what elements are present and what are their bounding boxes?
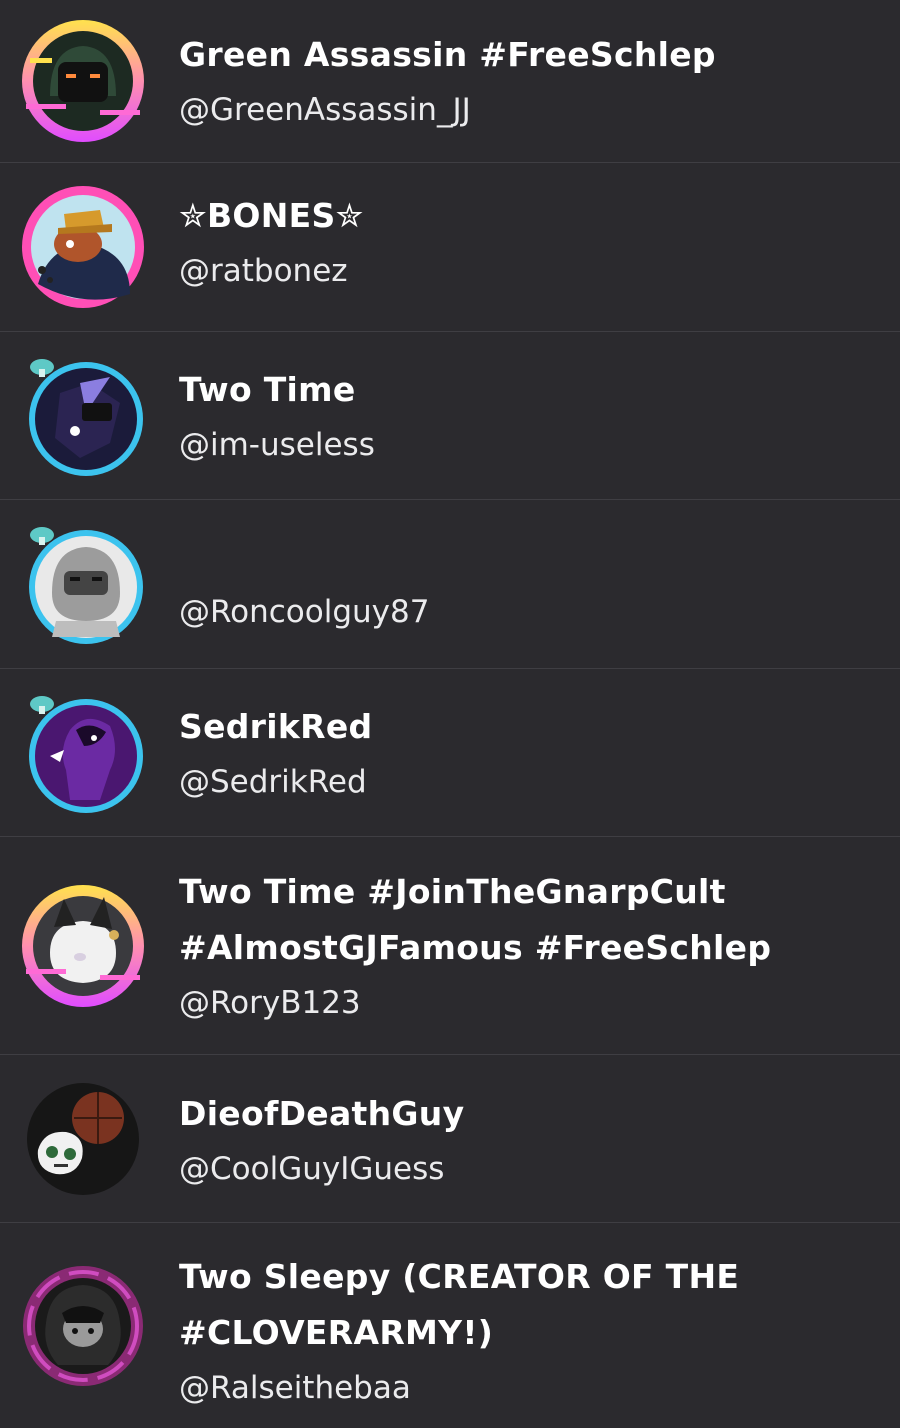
user-text: Two Time #JoinTheGnarpCult #AlmostGJFamo… (179, 864, 880, 1031)
user-text: @Roncoolguy87 (179, 529, 880, 640)
username-handle: @ratbonez (179, 253, 348, 289)
grey-hood-character-icon (29, 527, 143, 644)
username-handle: @Roncoolguy87 (179, 594, 430, 630)
avatar[interactable] (20, 18, 146, 144)
display-name: Two Time #JoinTheGnarpCult #AlmostGJFamo… (179, 872, 772, 967)
display-name: SedrikRed (179, 707, 373, 746)
avatar[interactable] (20, 353, 146, 479)
display-name (179, 529, 880, 585)
user-row[interactable]: SedrikRed @SedrikRed (0, 669, 900, 837)
username-handle: @SedrikRed (179, 764, 367, 800)
white-creature-icon (22, 884, 144, 1007)
username-handle: @GreenAssassin_JJ (179, 92, 471, 128)
avatar[interactable] (20, 521, 146, 647)
user-text: ✮BONES✮ @ratbonez (179, 188, 880, 299)
user-text: Two Time @im-useless (179, 362, 880, 473)
display-name: ✮BONES✮ (179, 196, 364, 235)
user-row[interactable]: Two Time @im-useless (0, 332, 900, 500)
display-name: DieofDeathGuy (179, 1094, 465, 1133)
display-name: Two Sleepy (CREATOR OF THE #CLOVERARMY!) (179, 1257, 740, 1352)
user-row[interactable]: Two Sleepy (CREATOR OF THE #CLOVERARMY!)… (0, 1223, 900, 1428)
display-name: Two Time (179, 370, 356, 409)
user-text: SedrikRed @SedrikRed (179, 699, 880, 810)
user-text: Green Assassin #FreeSchlep @GreenAssassi… (179, 27, 880, 138)
avatar[interactable] (20, 1263, 146, 1389)
rat-character-icon (22, 186, 144, 308)
avatar[interactable] (20, 690, 146, 816)
username-handle: @CoolGuyIGuess (179, 1151, 445, 1187)
avatar[interactable] (20, 1076, 146, 1202)
user-text: Two Sleepy (CREATOR OF THE #CLOVERARMY!)… (179, 1249, 880, 1416)
display-name: Green Assassin #FreeSchlep (179, 35, 716, 74)
user-row[interactable]: ✮BONES✮ @ratbonez (0, 163, 900, 332)
skull-basketball-icon (27, 1082, 139, 1195)
username-handle: @im-useless (179, 427, 375, 463)
dark-character-icon (29, 358, 143, 476)
username-handle: @RoryB123 (179, 985, 361, 1021)
user-row[interactable]: DieofDeathGuy @CoolGuyIGuess (0, 1055, 900, 1223)
avatar[interactable] (20, 883, 146, 1009)
user-text: DieofDeathGuy @CoolGuyIGuess (179, 1086, 880, 1197)
purple-character-icon (29, 695, 143, 813)
user-list: Green Assassin #FreeSchlep @GreenAssassi… (0, 0, 900, 1428)
dark-hair-character-icon (23, 1265, 143, 1386)
avatar[interactable] (20, 184, 146, 310)
username-handle: @Ralseithebaa (179, 1370, 411, 1406)
user-row[interactable]: @Roncoolguy87 (0, 500, 900, 669)
hooded-figure-icon (22, 20, 144, 142)
user-row[interactable]: Two Time #JoinTheGnarpCult #AlmostGJFamo… (0, 837, 900, 1055)
user-row[interactable]: Green Assassin #FreeSchlep @GreenAssassi… (0, 0, 900, 163)
